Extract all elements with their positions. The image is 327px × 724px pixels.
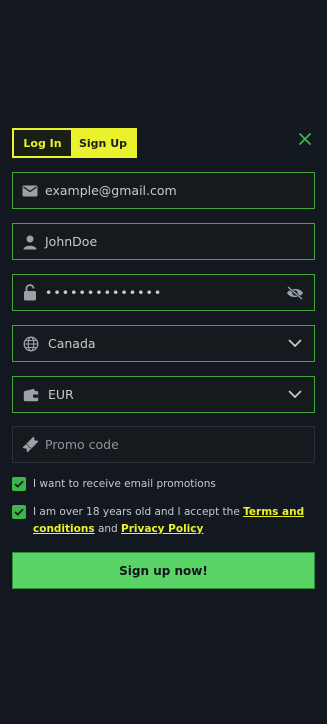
promotions-consent: I want to receive email promotions xyxy=(12,477,315,493)
currency-select[interactable]: EUR xyxy=(12,376,315,413)
terms-and: and xyxy=(97,523,118,535)
username-field[interactable]: JohnDoe xyxy=(12,223,315,260)
terms-label: I am over 18 years old and I accept the … xyxy=(33,504,315,538)
promotions-checkbox[interactable] xyxy=(12,477,26,491)
country-value: Canada xyxy=(48,336,96,351)
currency-value: EUR xyxy=(48,387,74,402)
terms-checkbox[interactable] xyxy=(12,505,26,519)
promotions-label: I want to receive email promotions xyxy=(33,478,216,490)
terms-consent: I am over 18 years old and I accept the … xyxy=(12,505,315,538)
chevron-down-icon[interactable] xyxy=(286,386,304,404)
wallet-icon xyxy=(22,386,40,404)
chevron-down-icon[interactable] xyxy=(286,335,304,353)
terms-prefix: I am over 18 years old and I accept the xyxy=(33,506,240,518)
email-field[interactable]: example@gmail.com xyxy=(12,172,315,209)
password-field[interactable]: •••••••••••••• xyxy=(12,274,315,311)
eye-off-icon[interactable] xyxy=(286,284,304,302)
tab-signup[interactable]: Sign Up xyxy=(71,130,135,156)
close-icon[interactable] xyxy=(296,130,314,148)
promo-code-placeholder: Promo code xyxy=(45,437,119,452)
tab-login[interactable]: Log In xyxy=(14,130,71,156)
sign-up-button[interactable]: Sign up now! xyxy=(12,552,315,589)
password-value: •••••••••••••• xyxy=(45,285,163,300)
globe-icon xyxy=(22,335,40,353)
promo-code-field[interactable]: Promo code xyxy=(12,426,315,463)
user-icon xyxy=(21,233,39,251)
lock-icon xyxy=(21,284,39,302)
auth-tabs: Log In Sign Up xyxy=(12,128,137,158)
privacy-link[interactable]: Privacy Policy xyxy=(121,523,203,535)
email-value: example@gmail.com xyxy=(45,183,177,198)
username-value: JohnDoe xyxy=(45,234,98,249)
country-select[interactable]: Canada xyxy=(12,325,315,362)
ticket-icon xyxy=(21,436,39,454)
mail-icon xyxy=(21,182,39,200)
